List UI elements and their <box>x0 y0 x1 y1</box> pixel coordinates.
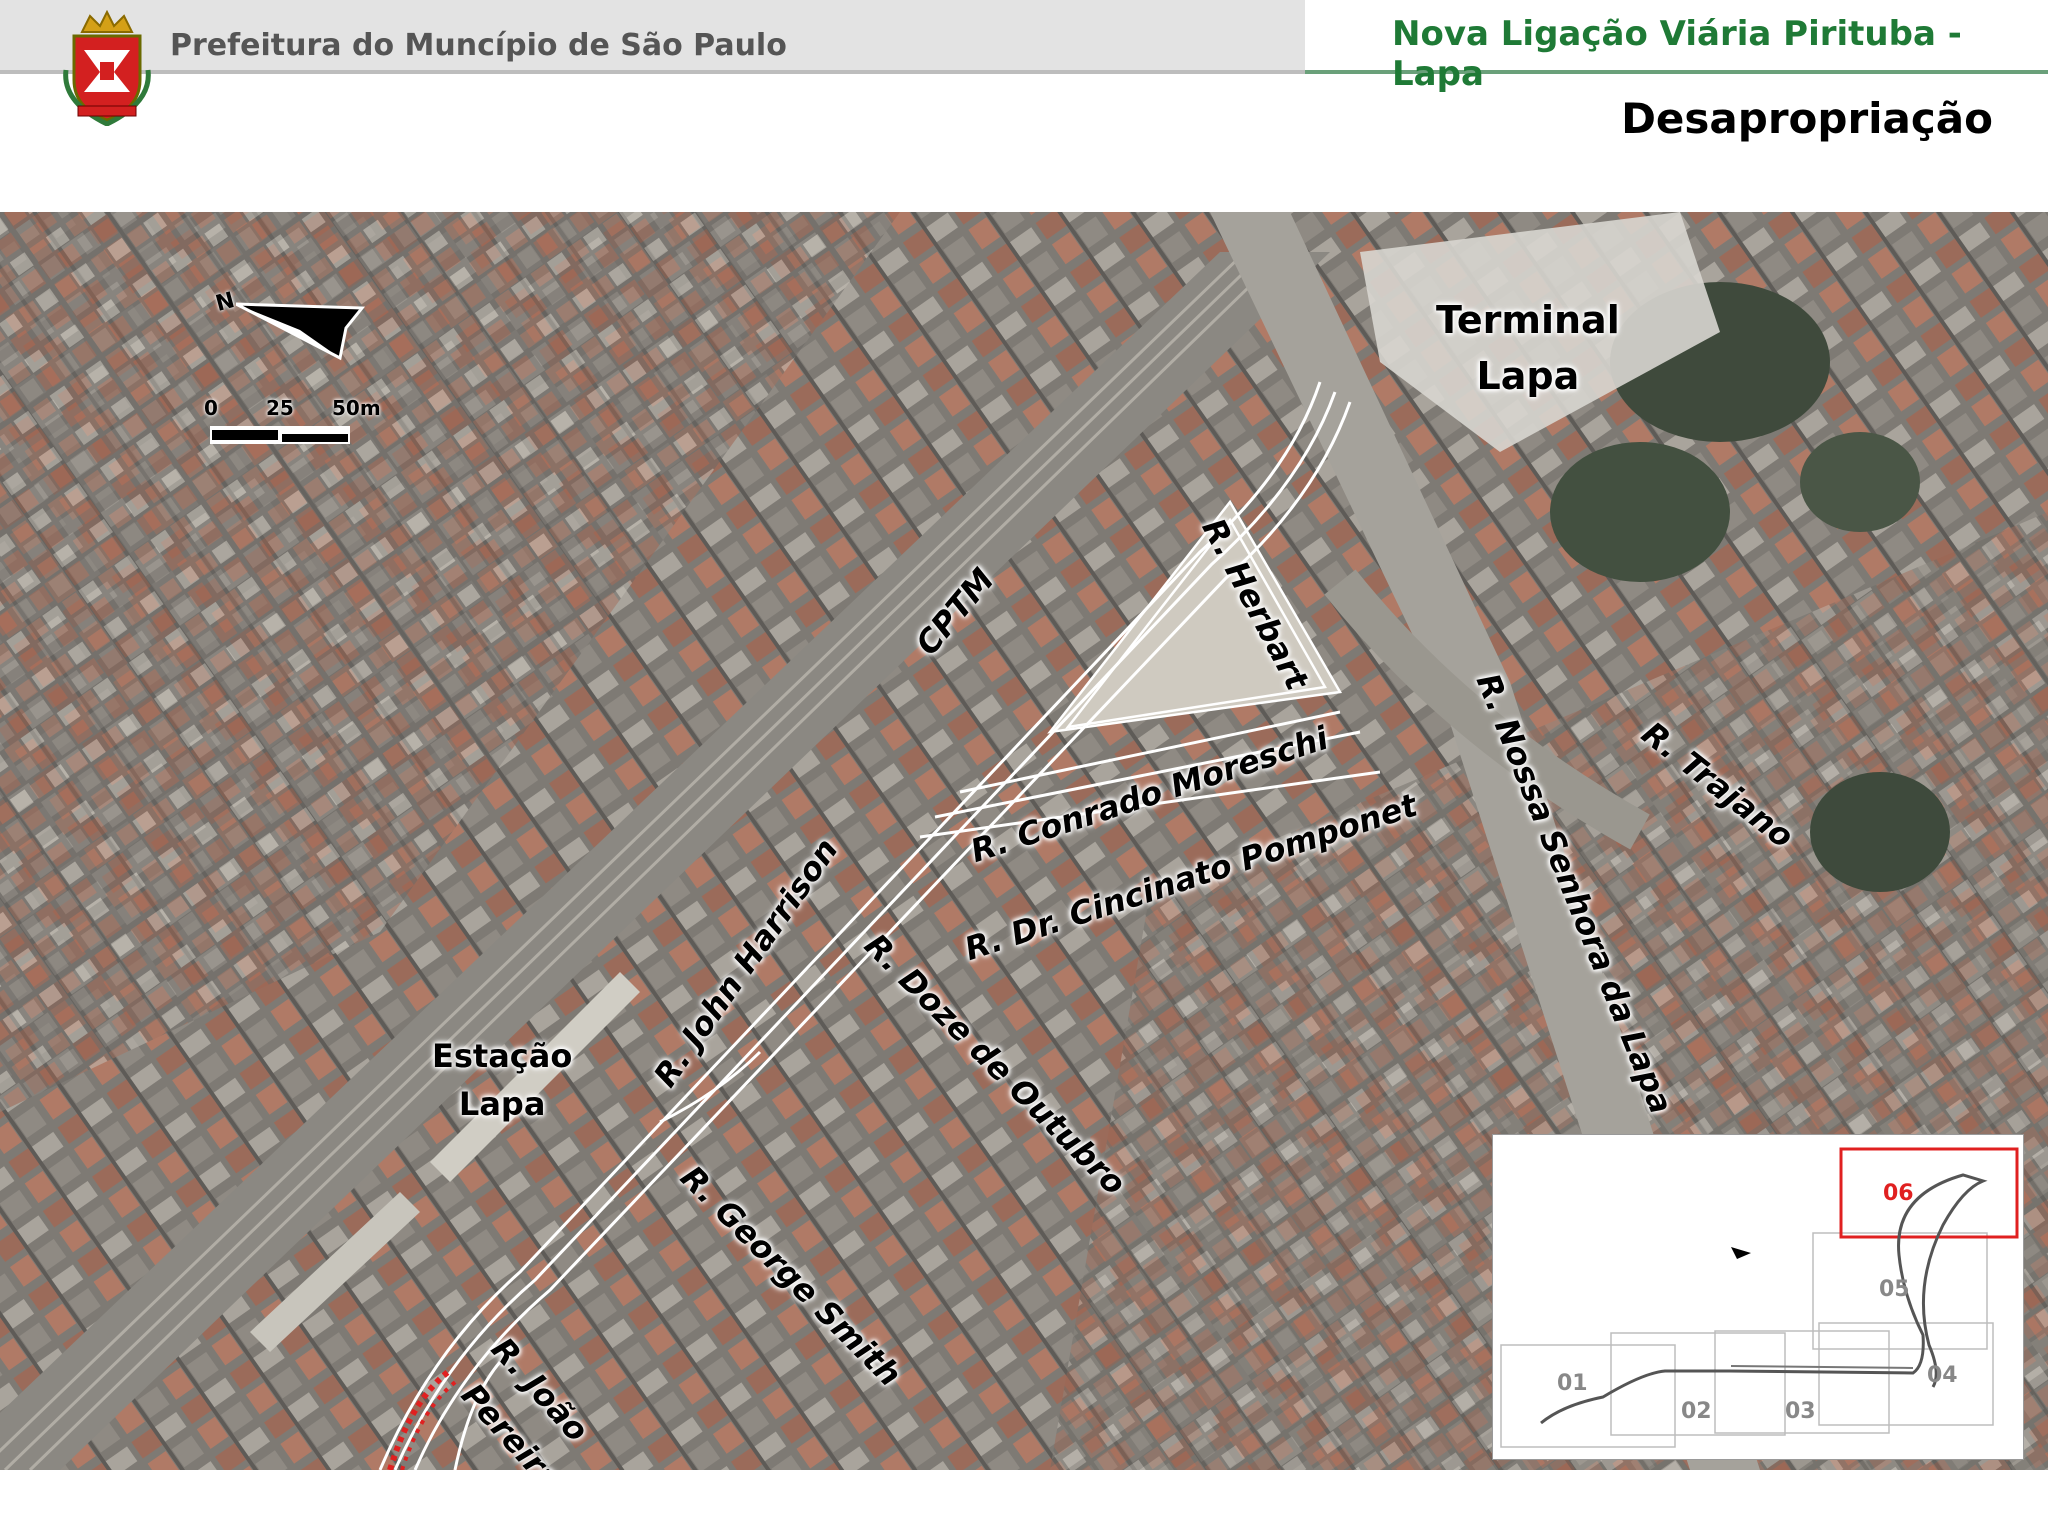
scale-tick-0: 0 <box>204 396 218 420</box>
inset-section-02[interactable]: 02 <box>1681 1399 1712 1424</box>
scale-bar: 0 25 50m <box>204 394 381 454</box>
inset-section-05[interactable]: 05 <box>1879 1277 1910 1302</box>
terminal-label-line2: Lapa <box>1476 354 1580 398</box>
scale-bar-segment-2 <box>282 434 348 442</box>
inset-section-04[interactable]: 04 <box>1927 1363 1958 1388</box>
header-right-bar: Nova Ligação Viária Pirituba - Lapa <box>1305 0 2048 94</box>
terminal-label-line1: Terminal <box>1436 298 1620 342</box>
inset-north-arrow-icon <box>1731 1247 1751 1259</box>
station-label-line1: Estação <box>432 1037 573 1075</box>
inset-section-01[interactable]: 01 <box>1557 1371 1588 1396</box>
estacao-lapa-label: Estação Lapa <box>432 1032 572 1128</box>
station-label-line2: Lapa <box>458 1085 546 1123</box>
inset-section-06-active[interactable]: 06 <box>1883 1181 1914 1206</box>
inset-key-map[interactable]: 01 02 03 04 05 06 <box>1492 1134 2024 1460</box>
header-left-bar: Prefeitura do Muncípio de São Paulo <box>0 0 1305 126</box>
scale-tick-25: 25 <box>266 396 294 420</box>
inset-sections-drawing <box>1500 1147 2019 1448</box>
north-arrow-icon <box>236 302 366 361</box>
government-name: Prefeitura do Muncípio de São Paulo <box>170 28 787 63</box>
project-title: Nova Ligação Viária Pirituba - Lapa <box>1392 14 1962 94</box>
city-crest-icon <box>63 10 151 126</box>
page-title: Desapropriação <box>1621 94 1993 143</box>
scale-tick-50: 50m <box>332 396 381 420</box>
inset-section-03[interactable]: 03 <box>1785 1399 1816 1424</box>
inset-active-frame <box>1839 1147 2019 1239</box>
scale-bar-segment-1 <box>212 430 278 440</box>
terminal-lapa-label: Terminal Lapa <box>1436 292 1620 404</box>
